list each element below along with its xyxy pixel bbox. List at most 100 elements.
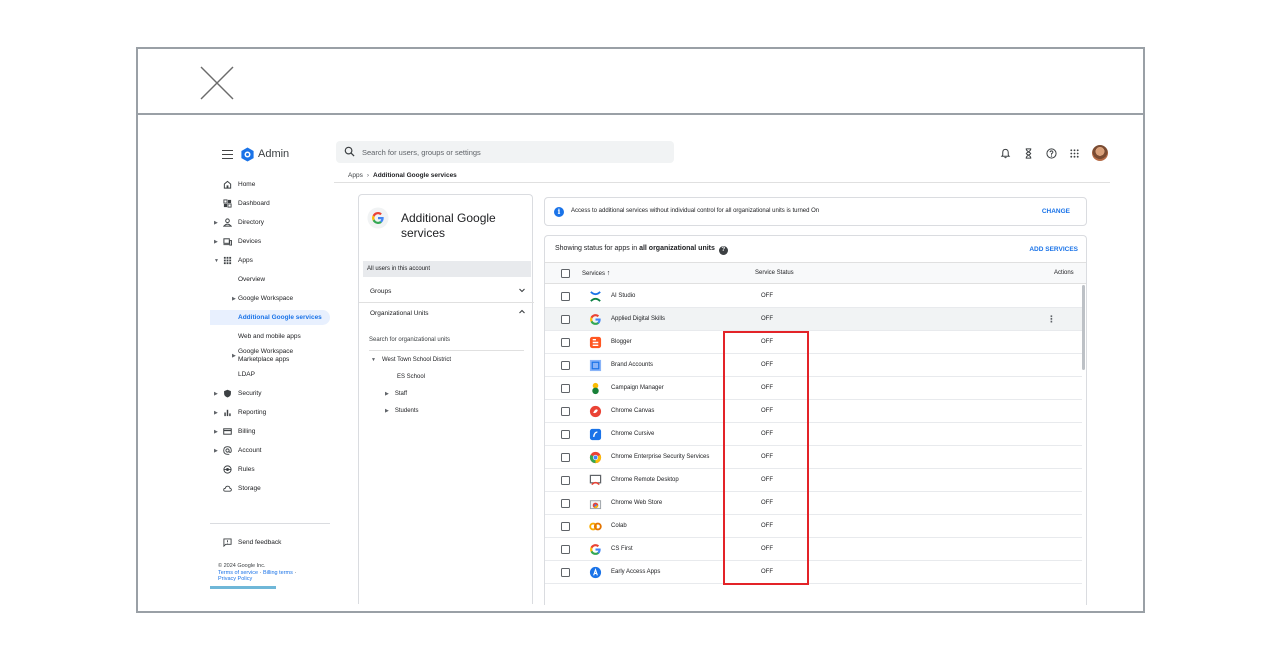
expand-caret-icon[interactable]: ▶ bbox=[214, 410, 218, 416]
all-users-item[interactable]: All users in this account bbox=[363, 261, 531, 277]
service-name[interactable]: Chrome Cursive bbox=[611, 431, 654, 437]
sidebar-item-web-mobile-apps[interactable]: Web and mobile apps bbox=[210, 329, 330, 344]
sidebar-item-additional-google-services[interactable]: Additional Google services bbox=[210, 310, 330, 325]
breadcrumb-apps[interactable]: Apps bbox=[348, 172, 363, 179]
send-feedback-button[interactable]: Send feedback bbox=[210, 535, 330, 550]
ou-tree-item-staff[interactable]: ▶ Staff bbox=[385, 391, 407, 397]
help-icon[interactable] bbox=[1046, 147, 1057, 159]
row-checkbox[interactable] bbox=[561, 407, 570, 416]
change-button[interactable]: CHANGE bbox=[1042, 208, 1070, 215]
expand-caret-icon[interactable]: ▶ bbox=[385, 391, 389, 397]
sidebar-item-storage[interactable]: Storage bbox=[210, 481, 330, 496]
terms-link[interactable]: Terms of service bbox=[218, 570, 258, 576]
sidebar-item-apps[interactable]: ▼ Apps bbox=[210, 253, 330, 268]
table-row[interactable]: Brand Accounts OFF bbox=[545, 354, 1082, 377]
service-name[interactable]: Blogger bbox=[611, 339, 632, 345]
row-checkbox[interactable] bbox=[561, 338, 570, 347]
expand-caret-icon[interactable]: ▶ bbox=[232, 353, 236, 359]
row-checkbox[interactable] bbox=[561, 545, 570, 554]
table-row[interactable]: Colab OFF bbox=[545, 515, 1082, 538]
table-row[interactable]: Chrome Enterprise Security Services OFF bbox=[545, 446, 1082, 469]
row-checkbox[interactable] bbox=[561, 522, 570, 531]
expand-caret-icon[interactable]: ▶ bbox=[385, 408, 389, 414]
sidebar-item-overview[interactable]: Overview bbox=[210, 272, 330, 287]
table-row[interactable]: Chrome Canvas OFF bbox=[545, 400, 1082, 423]
avatar[interactable] bbox=[1092, 145, 1108, 161]
hourglass-icon[interactable] bbox=[1023, 147, 1034, 159]
table-row[interactable]: Applied Digital Skills OFF ⋮ bbox=[545, 308, 1082, 331]
table-row[interactable]: Campaign Manager OFF bbox=[545, 377, 1082, 400]
sidebar-item-devices[interactable]: ▶ Devices bbox=[210, 234, 330, 249]
ou-tree-item-district[interactable]: ▼ West Town School District bbox=[371, 357, 451, 363]
org-units-section[interactable]: Organizational Units bbox=[359, 303, 534, 325]
groups-section[interactable]: Groups bbox=[359, 281, 534, 303]
table-row[interactable]: Chrome Web Store OFF bbox=[545, 492, 1082, 515]
sidebar-item-marketplace-apps[interactable]: ▶ Google Workspace Marketplace apps bbox=[210, 346, 330, 366]
row-checkbox[interactable] bbox=[561, 361, 570, 370]
service-name[interactable]: AI Studio bbox=[611, 293, 635, 299]
sidebar-item-account[interactable]: ▶ Account bbox=[210, 443, 330, 458]
expand-caret-icon[interactable]: ▶ bbox=[214, 239, 218, 245]
ou-tree-item-es-school[interactable]: ES School bbox=[397, 374, 425, 380]
service-name[interactable]: Campaign Manager bbox=[611, 385, 664, 391]
sidebar-item-dashboard[interactable]: Dashboard bbox=[210, 196, 330, 211]
service-name[interactable]: Chrome Web Store bbox=[611, 500, 662, 506]
sidebar-item-label: Security bbox=[238, 390, 262, 397]
select-all-checkbox[interactable] bbox=[561, 269, 570, 278]
search-input[interactable] bbox=[362, 141, 662, 163]
expand-caret-icon[interactable]: ▶ bbox=[214, 391, 218, 397]
expand-caret-icon[interactable]: ▶ bbox=[214, 448, 218, 454]
collapse-caret-icon[interactable]: ▼ bbox=[371, 357, 376, 363]
sidebar-item-directory[interactable]: ▶ Directory bbox=[210, 215, 330, 230]
service-name[interactable]: Early Access Apps bbox=[611, 569, 660, 575]
sidebar-item-reporting[interactable]: ▶ Reporting bbox=[210, 405, 330, 420]
expand-caret-icon[interactable]: ▶ bbox=[214, 220, 218, 226]
add-services-button[interactable]: ADD SERVICES bbox=[1029, 246, 1078, 253]
row-checkbox[interactable] bbox=[561, 453, 570, 462]
help-icon[interactable]: ? bbox=[718, 246, 728, 255]
table-scrollbar[interactable] bbox=[1082, 285, 1085, 370]
service-name[interactable]: Brand Accounts bbox=[611, 362, 653, 368]
service-name[interactable]: Chrome Canvas bbox=[611, 408, 654, 414]
close-icon[interactable] bbox=[200, 66, 234, 100]
apps-launcher-icon[interactable] bbox=[1069, 148, 1080, 159]
row-checkbox[interactable] bbox=[561, 499, 570, 508]
service-name[interactable]: Chrome Remote Desktop bbox=[611, 477, 679, 483]
bell-icon[interactable] bbox=[1000, 148, 1011, 159]
service-name[interactable]: Colab bbox=[611, 523, 627, 529]
row-checkbox[interactable] bbox=[561, 476, 570, 485]
sidebar-item-rules[interactable]: Rules bbox=[210, 462, 330, 477]
ou-tree-item-students[interactable]: ▶ Students bbox=[385, 408, 419, 414]
services-column-header[interactable]: Services ↑ bbox=[582, 270, 610, 277]
sidebar-item-home[interactable]: Home bbox=[210, 177, 330, 192]
table-row[interactable]: Chrome Remote Desktop OFF bbox=[545, 469, 1082, 492]
row-checkbox[interactable] bbox=[561, 292, 570, 301]
collapse-caret-icon[interactable]: ▼ bbox=[214, 258, 219, 264]
table-row[interactable]: Blogger OFF bbox=[545, 331, 1082, 354]
privacy-link[interactable]: Privacy Policy bbox=[218, 576, 252, 582]
search-bar[interactable] bbox=[336, 141, 674, 163]
service-name[interactable]: Chrome Enterprise Security Services bbox=[611, 454, 709, 460]
sidebar-item-billing[interactable]: ▶ Billing bbox=[210, 424, 330, 439]
billing-terms-link[interactable]: Billing terms bbox=[263, 570, 293, 576]
table-row[interactable]: AI Studio OFF bbox=[545, 285, 1082, 308]
expand-caret-icon[interactable]: ▶ bbox=[232, 296, 236, 302]
sidebar-item-google-workspace[interactable]: ▶ Google Workspace bbox=[210, 291, 330, 306]
table-row[interactable]: Chrome Cursive OFF bbox=[545, 423, 1082, 446]
row-checkbox[interactable] bbox=[561, 384, 570, 393]
menu-icon[interactable] bbox=[222, 150, 233, 159]
expand-caret-icon[interactable]: ▶ bbox=[214, 429, 218, 435]
service-name[interactable]: CS First bbox=[611, 546, 633, 552]
sidebar-item-security[interactable]: ▶ Security bbox=[210, 386, 330, 401]
ou-search-input[interactable]: Search for organizational units bbox=[369, 337, 524, 351]
service-name[interactable]: Applied Digital Skills bbox=[611, 316, 665, 322]
sidebar-item-ldap[interactable]: LDAP bbox=[210, 367, 330, 382]
table-row[interactable]: Early Access Apps OFF bbox=[545, 561, 1082, 584]
table-row[interactable]: CS First OFF bbox=[545, 538, 1082, 561]
row-checkbox[interactable] bbox=[561, 430, 570, 439]
row-checkbox[interactable] bbox=[561, 315, 570, 324]
sidebar-item-label: Web and mobile apps bbox=[238, 333, 301, 340]
row-checkbox[interactable] bbox=[561, 568, 570, 577]
admin-console: Admin Search for users, groups or settin… bbox=[138, 117, 1143, 611]
more-vert-icon[interactable]: ⋮ bbox=[1047, 314, 1056, 325]
